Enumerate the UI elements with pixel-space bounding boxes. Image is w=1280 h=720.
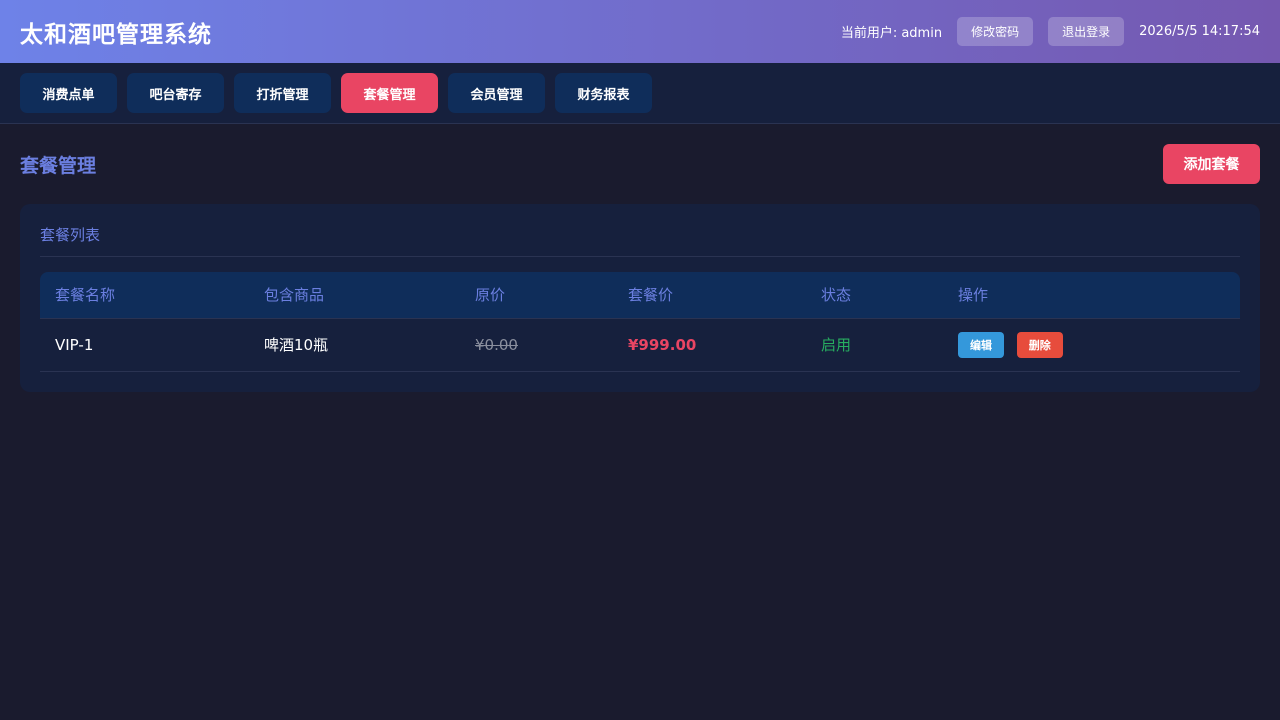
current-user: 当前用户: admin (840, 26, 943, 41)
row-actions: 编辑 删除 (943, 318, 1240, 372)
column-header-items: 包含商品 (249, 272, 460, 319)
column-header-package-price: 套餐价 (613, 272, 806, 319)
page-title-row: 套餐管理 添加套餐 (20, 144, 1260, 184)
column-header-actions: 操作 (943, 272, 1240, 319)
column-header-original-price: 原价 (460, 272, 613, 319)
column-header-name: 套餐名称 (40, 272, 249, 319)
original-price: ¥0.00 (460, 318, 613, 372)
delete-button[interactable]: 删除 (1016, 331, 1063, 358)
main-nav: 消费点单 吧台寄存 打折管理 套餐管理 会员管理 财务报表 (0, 63, 1280, 124)
tab-packages[interactable]: 套餐管理 (341, 73, 438, 113)
header-right: 当前用户: admin 修改密码 退出登录 2026/5/5 14:17:54 (841, 17, 1260, 46)
page-title: 套餐管理 (20, 154, 97, 177)
package-items: 啤酒10瓶 (249, 318, 460, 372)
status-badge: 启用 (806, 318, 943, 372)
tab-bar-storage[interactable]: 吧台寄存 (127, 73, 224, 113)
package-price: ¥999.00 (613, 318, 806, 372)
tab-members[interactable]: 会员管理 (448, 73, 545, 113)
package-list-card: 套餐列表 套餐名称 包含商品 原价 套餐价 状态 操作 VIP-1 啤酒10瓶 … (20, 204, 1260, 392)
package-name: VIP-1 (40, 318, 249, 372)
app-title: 太和酒吧管理系统 (20, 21, 212, 48)
add-package-button[interactable]: 添加套餐 (1163, 144, 1260, 184)
tab-finance-reports[interactable]: 财务报表 (555, 73, 652, 113)
table-header-row: 套餐名称 包含商品 原价 套餐价 状态 操作 (40, 272, 1240, 319)
change-password-button[interactable]: 修改密码 (957, 17, 1034, 46)
logout-button[interactable]: 退出登录 (1048, 17, 1125, 46)
edit-button[interactable]: 编辑 (958, 331, 1004, 358)
column-header-status: 状态 (806, 272, 943, 319)
card-title: 套餐列表 (40, 204, 1240, 257)
tab-orders[interactable]: 消费点单 (20, 73, 117, 113)
datetime-display: 2026/5/5 14:17:54 (1139, 24, 1260, 39)
app-header: 太和酒吧管理系统 当前用户: admin 修改密码 退出登录 2026/5/5 … (0, 0, 1280, 63)
package-table: 套餐名称 包含商品 原价 套餐价 状态 操作 VIP-1 啤酒10瓶 ¥0.00… (40, 272, 1240, 372)
table-row: VIP-1 啤酒10瓶 ¥0.00 ¥999.00 启用 编辑 删除 (40, 318, 1240, 372)
tab-discounts[interactable]: 打折管理 (234, 73, 331, 113)
